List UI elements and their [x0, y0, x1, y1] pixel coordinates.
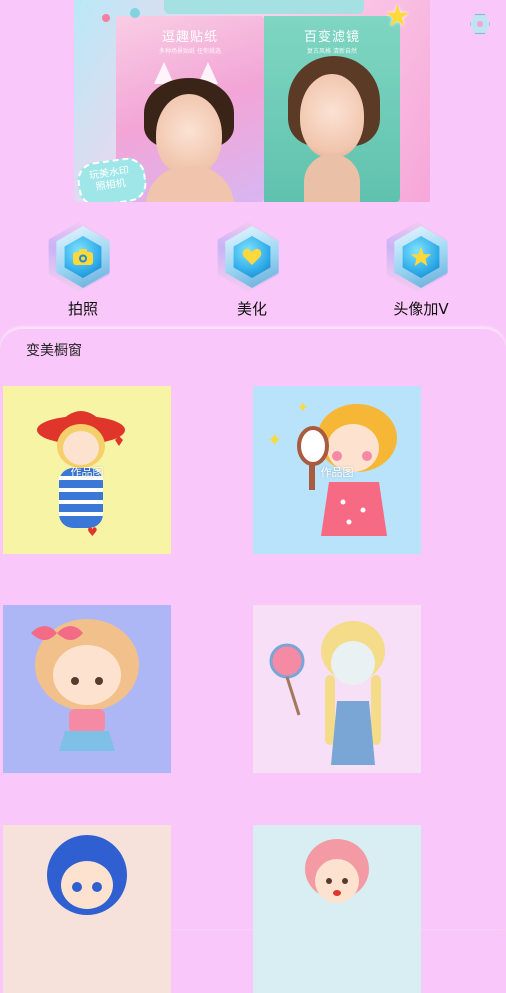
banner-decor-strip: [164, 0, 364, 14]
girl-lollipop-illustration: [269, 621, 385, 765]
svg-text:♥: ♥: [87, 525, 98, 539]
banner-panel-filters: 百变滤镜 复古风格 清新自然: [264, 16, 400, 202]
svg-text:✦: ✦: [297, 400, 309, 416]
section-title: 变美橱窗: [26, 343, 82, 359]
panel-title-filters: 百变滤镜: [303, 30, 360, 45]
gallery-tile[interactable]: ♥ 作品图: [3, 386, 171, 554]
gallery-tile[interactable]: [253, 825, 421, 993]
gallery-tile[interactable]: ✦ ✦ 作品图: [253, 386, 421, 554]
model-neck: [304, 154, 360, 202]
svg-text:✦: ✦: [267, 430, 282, 451]
gallery-tile[interactable]: [3, 825, 171, 993]
decor-dot: [130, 8, 140, 18]
girl-blue-hair-illustration: [47, 835, 127, 915]
decor-dot: [102, 14, 110, 22]
tile-caption: 作品图: [320, 466, 354, 479]
model-face: [156, 94, 222, 176]
star-sticker-icon: ★: [384, 0, 411, 34]
model-face: [300, 74, 364, 158]
action-label: 美化: [236, 300, 267, 318]
action-avatar-v[interactable]: 头像加V: [376, 222, 466, 318]
action-label: 头像加V: [393, 300, 449, 318]
panel-title-stickers: 逗趣贴纸: [161, 30, 218, 45]
hex-button: [217, 222, 285, 296]
gallery-tile[interactable]: [253, 605, 421, 773]
gem-icon[interactable]: [470, 14, 490, 34]
hex-button: [48, 222, 116, 296]
action-beautify[interactable]: 美化: [207, 222, 297, 318]
gallery-tile[interactable]: [3, 605, 171, 773]
girl-pink-bow-illustration: [31, 619, 139, 751]
action-label: 拍照: [67, 300, 98, 318]
girl-pink-hair-illustration: [305, 839, 369, 903]
tile-caption: 作品图: [70, 466, 104, 479]
heart-icon: [233, 236, 271, 278]
panel-subtitle-filters: 复古风格 清新自然: [307, 48, 357, 55]
model-shoulders: [146, 166, 234, 202]
panel-subtitle-stickers: 多种场景贴纸 任你挑选: [159, 48, 221, 55]
promo-banner[interactable]: 逗趣贴纸 多种场景贴纸 任你挑选 百变滤镜 复古风格 清新自然 玩美水印 照相机…: [74, 0, 430, 202]
star-icon: [402, 236, 440, 278]
action-take-photo[interactable]: 拍照: [38, 222, 128, 318]
hex-button: [386, 222, 454, 296]
camera-icon: [64, 236, 102, 278]
